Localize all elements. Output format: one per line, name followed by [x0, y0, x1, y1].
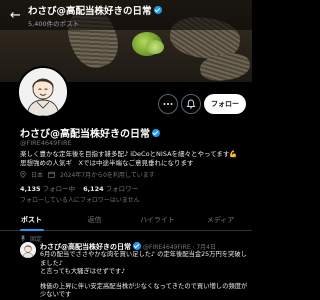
post-handle-date: @FIRE4649FIRE · 7月4日 [143, 244, 216, 251]
followers-link[interactable]: 6,124 フォロワー [83, 183, 138, 193]
bell-icon [186, 99, 196, 109]
back-arrow-icon[interactable]: ← [10, 8, 28, 23]
profile-joined-date: 2024年7月から0を利用しています [60, 172, 155, 179]
profile-actions: フォロー [0, 94, 252, 116]
banner-grated-wasabi [146, 40, 164, 54]
profile-handle: @FIRE4649FIRE [20, 139, 72, 147]
profile-stats: 4,135 フォロー中 6,124 フォロワー [20, 183, 138, 193]
verified-badge-icon [152, 129, 160, 137]
profile-name: わさび@高配当株好きの日常 [20, 125, 160, 140]
calendar-icon [48, 171, 55, 178]
verified-badge-icon [133, 242, 141, 250]
post-body: 6月の配当でささやかな肉を買い足した♪ の定年後配当金25万円を突破しました♪ … [40, 251, 250, 300]
verified-badge-icon [153, 6, 162, 14]
notifications-button[interactable] [181, 94, 201, 114]
header-title: わさび@高配当株好きの日常 [28, 3, 162, 17]
profile-location: 日本 [31, 172, 44, 179]
post-line: 株価の上昇に伴い安定高配当株が少なくなってきたので買い増しの頻度が少ないです [40, 282, 248, 299]
post-author-avatar[interactable] [20, 242, 36, 258]
profile-tabs: ポスト 返信 ハイライト メディア [0, 207, 252, 231]
tab-replies[interactable]: 返信 [63, 207, 126, 230]
post-line: 6月の配当でささやかな肉を買い足した♪ の定年後配当金25万円を突破しました♪ [40, 251, 247, 267]
location-icon [20, 171, 26, 178]
following-link[interactable]: 4,135 フォロー中 [20, 183, 75, 193]
header-post-count: 5,400件のポスト [28, 19, 80, 28]
more-icon [163, 103, 173, 105]
tab-posts[interactable]: ポスト [0, 207, 63, 230]
profile-meta: 日本 2024年7月から0を利用しています [20, 170, 250, 179]
more-button[interactable] [158, 94, 178, 114]
tab-highlights[interactable]: ハイライト [126, 207, 189, 230]
pin-icon [20, 235, 26, 242]
follow-button[interactable]: フォロー [204, 94, 246, 114]
post-line: と言っても大騒ぎはせずです♪ [40, 268, 126, 276]
header-title-block: わさび@高配当株好きの日常 5,400件のポスト [28, 3, 162, 28]
post-author-name[interactable]: わさび@高配当株好きの日常 [40, 243, 131, 251]
header-bar: ← わさび@高配当株好きの日常 5,400件のポスト [0, 0, 252, 30]
followed-by-note: フォローしている人にフォロワーはいません [20, 197, 140, 204]
tab-media[interactable]: メディア [189, 207, 252, 230]
profile-bio: 楽しく豊かな定年後を目指す雑多配♪ iDeCoとNISAを細々とやってます💪 思… [20, 150, 238, 167]
